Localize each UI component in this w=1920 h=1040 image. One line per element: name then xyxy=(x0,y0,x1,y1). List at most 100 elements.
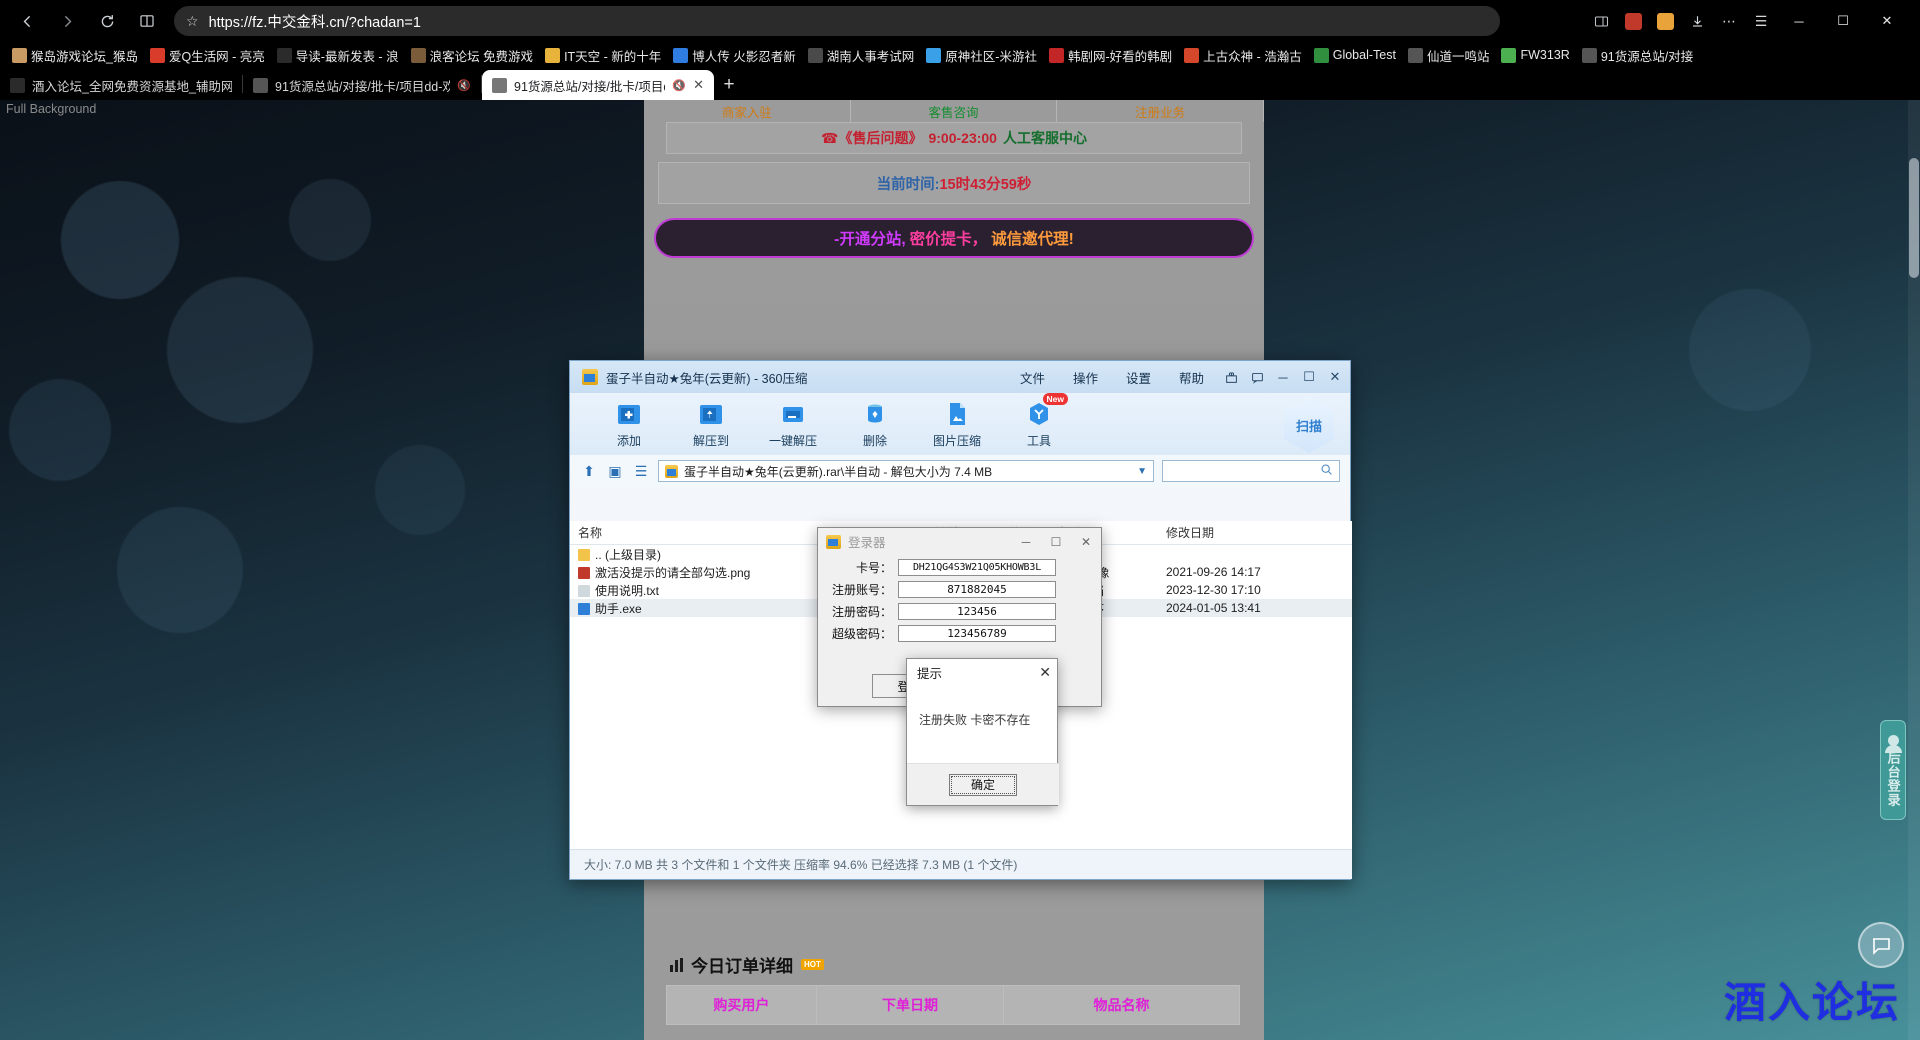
bookmark-item-0[interactable]: 猴岛游戏论坛_猴岛 xyxy=(6,44,144,66)
feedback-icon[interactable] xyxy=(1244,361,1270,393)
bookmark-item-5[interactable]: 博人传 火影忍者新 xyxy=(667,44,801,66)
scan-button[interactable]: 扫描 xyxy=(1284,397,1334,453)
window-maximize-button[interactable]: ☐ xyxy=(1822,4,1864,38)
zip-tool-delete[interactable]: 删除 xyxy=(834,399,916,449)
login-field-input-3[interactable] xyxy=(898,624,1056,642)
toolbar-right: ⋯ ☰ ─ ☐ ✕ xyxy=(1586,4,1910,38)
page-scrollbar-thumb[interactable] xyxy=(1909,158,1919,278)
login-dialog-title-bar[interactable]: 登录器 ─ ☐ ✕ xyxy=(818,528,1101,555)
message-box-close-button[interactable]: ✕ xyxy=(1039,664,1051,681)
bookmark-item-4[interactable]: IT天空 - 新的十年 xyxy=(539,44,667,66)
login-fields: 卡号： 注册账号： 注册密码： 超级密码： xyxy=(818,557,1101,643)
message-box-dialog[interactable]: 提示 ✕ 注册失败 卡密不存在 确定 xyxy=(906,658,1059,806)
bookmark-label: FW313R xyxy=(1520,48,1570,62)
zip-menu-operate[interactable]: 操作 xyxy=(1059,361,1112,393)
login-field-input-2[interactable] xyxy=(898,602,1056,620)
page-scrollbar[interactable] xyxy=(1908,100,1920,1040)
bookmark-item-10[interactable]: Global-Test xyxy=(1308,44,1402,66)
login-maximize-button[interactable]: ☐ xyxy=(1041,528,1071,555)
zip-close-button[interactable]: ✕ xyxy=(1322,361,1348,393)
login-field-input-1[interactable] xyxy=(898,580,1056,598)
browser-tab-0[interactable]: 酒入论坛_全网免费资源基地_辅助网 xyxy=(0,70,242,100)
message-box-ok-button[interactable]: 确定 xyxy=(949,773,1017,796)
browser-tab-2[interactable]: 91货源总站/对接/批卡/项目dd- 🔇 ✕ xyxy=(482,70,714,100)
zip-path-input[interactable]: 蛋子半自动★兔年(云更新).rar\半自动 - 解包大小为 7.4 MB ▼ xyxy=(658,460,1154,482)
zip-menu-file[interactable]: 文件 xyxy=(1006,361,1059,393)
speaker-mute-icon[interactable]: 🔇 xyxy=(672,79,686,92)
site-top-link-2[interactable]: 注册业务 xyxy=(1057,100,1265,122)
forward-arrow-icon[interactable] xyxy=(50,4,84,38)
split-view-icon[interactable] xyxy=(1586,6,1616,36)
back-arrow-icon[interactable] xyxy=(10,4,44,38)
bookmark-star-icon[interactable]: ☆ xyxy=(186,13,199,30)
login-dialog-title: 登录器 xyxy=(848,536,886,550)
bookmark-label: 导读-最新发表 - 浪 xyxy=(295,49,399,64)
view-icon[interactable]: ▣ xyxy=(606,463,624,480)
reload-icon[interactable] xyxy=(90,4,124,38)
zip-title-bar[interactable]: 蛋子半自动★兔年(云更新) - 360压缩 文件 操作 设置 帮助 ─ ☐ ✕ xyxy=(570,361,1350,393)
bookmark-favicon-icon xyxy=(1407,47,1423,63)
zip-search-input[interactable] xyxy=(1162,460,1340,482)
message-box-title-bar[interactable]: 提示 ✕ xyxy=(907,659,1057,685)
browser-menu-overflow[interactable]: ⋯ xyxy=(1714,6,1744,36)
extension-icon-2[interactable] xyxy=(1650,6,1680,36)
new-tab-button[interactable]: + xyxy=(714,70,744,100)
message-box-text: 注册失败 卡密不存在 xyxy=(919,713,1031,727)
gift-icon[interactable] xyxy=(1218,361,1244,393)
bookmark-item-8[interactable]: 韩剧网-好看的韩剧 xyxy=(1043,44,1178,66)
side-admin-login-tab[interactable]: 后台登录 xyxy=(1880,720,1906,820)
download-icon[interactable] xyxy=(1682,6,1712,36)
file-type-icon xyxy=(578,584,590,597)
zip-tool-extract-to[interactable]: 解压到 xyxy=(670,399,752,449)
bookmark-item-11[interactable]: 仙道一鸣站 xyxy=(1402,44,1496,66)
bookmark-item-7[interactable]: 原神社区-米游社 xyxy=(920,44,1043,66)
service-right-text: 人工客服中心 xyxy=(1002,130,1087,146)
bookmark-item-1[interactable]: 爱Q生活网 - 亮亮 xyxy=(144,44,271,66)
zip-file-date: 2021-09-26 14:17 xyxy=(1166,565,1261,579)
zip-tool-add[interactable]: 添加 xyxy=(588,399,670,449)
zip-tool-tools[interactable]: New 工具 xyxy=(998,393,1080,449)
browser-settings-menu[interactable]: ☰ xyxy=(1746,6,1776,36)
bookmark-favicon-icon xyxy=(1313,47,1329,63)
chevron-down-icon[interactable]: ▼ xyxy=(1137,466,1147,477)
chat-bubble-icon[interactable] xyxy=(1858,922,1904,968)
bookmark-item-12[interactable]: FW313R xyxy=(1495,44,1575,66)
zip-menu-settings[interactable]: 设置 xyxy=(1112,361,1165,393)
orders-table-header-row: 购买用户 下单日期 物品名称 xyxy=(666,985,1240,1025)
zip-menu-help[interactable]: 帮助 xyxy=(1165,361,1218,393)
list-icon[interactable]: ☰ xyxy=(632,463,650,480)
zip-minimize-button[interactable]: ─ xyxy=(1270,361,1296,393)
bookmark-item-6[interactable]: 湖南人事考试网 xyxy=(802,44,921,66)
window-close-button[interactable]: ✕ xyxy=(1866,4,1908,38)
bookmark-item-13[interactable]: 91货源总站/对接 xyxy=(1576,44,1699,66)
site-top-link-1[interactable]: 客售咨询 xyxy=(851,100,1058,122)
zip-maximize-button[interactable]: ☐ xyxy=(1296,361,1322,393)
bookmark-item-9[interactable]: 上古众神 - 浩瀚古 xyxy=(1178,44,1308,66)
order-cell-2: 和平【内部快球直装】天卡 xyxy=(1003,1024,1240,1040)
extension-icon-1[interactable] xyxy=(1618,6,1648,36)
login-field-input-0[interactable] xyxy=(898,558,1056,576)
window-minimize-button[interactable]: ─ xyxy=(1778,4,1820,38)
up-arrow-icon[interactable]: ⬆ xyxy=(580,463,598,480)
zip-col-date[interactable]: 修改日期 xyxy=(1158,524,1328,541)
split-screen-icon[interactable] xyxy=(130,4,164,38)
browser-tab-1[interactable]: 91货源总站/对接/批卡/项目dd-欢迎 🔇 xyxy=(243,70,481,100)
zip-tool-image-compress[interactable]: 图片压缩 xyxy=(916,399,998,449)
address-bar[interactable]: ☆ https://fz.中交金科.cn/?chadan=1 xyxy=(174,6,1500,36)
tab-close-button[interactable]: ✕ xyxy=(693,77,704,93)
login-field-label: 注册账号： xyxy=(831,582,892,597)
bookmark-item-3[interactable]: 浪客论坛 免费游戏 xyxy=(405,44,539,66)
zip-path-bar: ⬆ ▣ ☰ 蛋子半自动★兔年(云更新).rar\半自动 - 解包大小为 7.4 … xyxy=(570,455,1350,487)
bookmark-favicon-icon xyxy=(807,47,823,63)
bookmark-item-2[interactable]: 导读-最新发表 - 浪 xyxy=(271,44,405,66)
login-minimize-button[interactable]: ─ xyxy=(1011,528,1041,555)
promo-banner[interactable]: -开通分站, 密价提卡， 诚信邀代理! xyxy=(654,218,1254,258)
speaker-mute-icon[interactable]: 🔇 xyxy=(457,79,471,92)
bookmark-favicon-icon xyxy=(276,47,292,63)
site-top-link-0[interactable]: 商家入驻 xyxy=(644,100,851,122)
zip-tool-one-click-extract[interactable]: 一键解压 xyxy=(752,399,834,449)
zip-tool-tools-label: 工具 xyxy=(1026,434,1051,448)
zip-menu-bar: 文件 操作 设置 帮助 ─ ☐ ✕ xyxy=(1006,361,1348,393)
login-close-button[interactable]: ✕ xyxy=(1071,528,1101,555)
bookmark-label: 博人传 火影忍者新 xyxy=(692,49,796,64)
